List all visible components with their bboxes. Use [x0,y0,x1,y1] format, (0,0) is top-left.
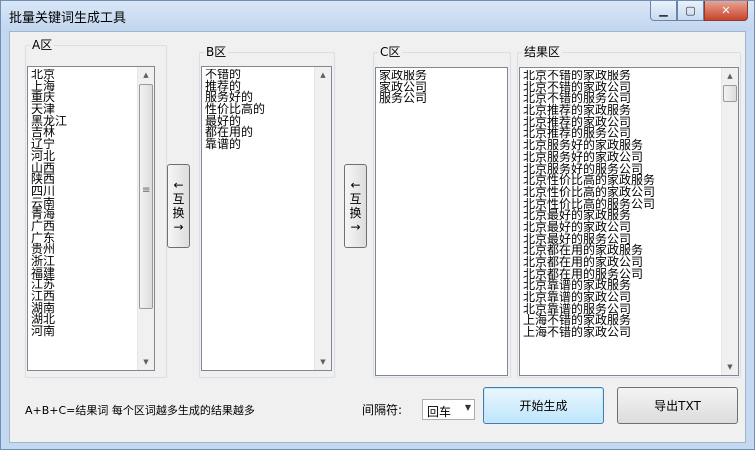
list-result-items: 北京不错的家政服务 北京不错的家政公司 北京不错的服务公司 北京推荐的家政服务 北京推荐… [523,70,720,339]
list-a-items: 北京 上海 重庆 天津 黑龙江 吉林 辽宁 河北 山西 陕西 四川 云南 青海 广西 广东 贵州 浙江 福建 江苏江… [31,69,136,338]
maximize-button[interactable]: ▢ [677,1,704,21]
list-b[interactable]: 不错的 推荐的 服务好的 性价比高的 最好的 都在用的 靠谱的 ▲ ▼ [201,66,332,371]
group-result-label: 结果区 [522,45,563,59]
arrow-left-icon: ← [350,178,361,192]
swap-ab-button[interactable]: ← 互 换 → [167,164,190,248]
scroll-thumb[interactable] [723,85,737,102]
list-a-scrollbar[interactable]: ▲ ≡ ▼ [137,67,154,370]
window-title: 批量关键词生成工具 [9,11,127,26]
minimize-button[interactable]: ▁ [650,1,677,21]
group-c-label: C区 [378,45,403,59]
app-window: 批量关键词生成工具 ▁ ▢ ✕ A区 北京 上海 重庆 天津 黑龙江 吉林 辽宁 河北 山西 陕西… [0,0,755,450]
separator-value: 回车 [427,405,452,419]
separator-select[interactable]: 回车 ▼ [422,399,475,420]
arrow-left-icon: ← [173,178,184,192]
swap-label-2: 换 [172,206,185,220]
scroll-down-icon[interactable]: ▼ [138,354,154,370]
list-item[interactable]: 上海不错的家政公司 [523,326,720,339]
dropdown-icon: ▼ [464,403,471,412]
list-b-scrollbar[interactable]: ▲ ▼ [314,67,331,370]
formula-note: A+B+C=结果词 每个区词越多生成的结果越多 [25,404,255,417]
scroll-down-icon[interactable]: ▼ [315,354,331,370]
scroll-up-icon[interactable]: ▲ [722,68,738,84]
window-controls: ▁ ▢ ✕ [650,1,748,21]
list-c-items: 家政服务 家政公司 服务公司 [379,70,489,105]
arrow-right-icon: → [173,220,184,234]
client-area: A区 北京 上海 重庆 天津 黑龙江 吉林 辽宁 河北 山西 陕西 四川 云南 青海 广西 广东 贵州 浙江 福建… [9,31,746,443]
scroll-up-icon[interactable]: ▲ [138,67,154,83]
arrow-right-icon: → [350,220,361,234]
list-result-scrollbar[interactable]: ▲ ▼ [721,68,738,375]
list-c[interactable]: 家政服务 家政公司 服务公司 [375,67,508,376]
scroll-thumb[interactable]: ≡ [139,84,153,309]
grip-icon: ≡ [142,185,151,196]
export-txt-button[interactable]: 导出TXT [617,387,738,424]
scroll-up-icon[interactable]: ▲ [315,67,331,83]
group-b-label: B区 [204,45,229,59]
swap-label-1: 互 [349,192,362,206]
list-a[interactable]: 北京 上海 重庆 天津 黑龙江 吉林 辽宁 河北 山西 陕西 四川 云南 青海 广西 广东 贵州 浙江 福建 江苏江… [27,66,155,371]
separator-label: 间隔符: [362,403,403,417]
list-item[interactable]: 靠谱的 [205,138,313,151]
list-item[interactable]: 河南 [31,325,136,338]
swap-label-1: 互 [172,192,185,206]
generate-button[interactable]: 开始生成 [483,387,604,424]
list-b-items: 不错的 推荐的 服务好的 性价比高的 最好的 都在用的 靠谱的 [205,69,313,151]
list-item[interactable]: 服务公司 [379,93,489,105]
scroll-down-icon[interactable]: ▼ [722,359,738,375]
swap-label-2: 换 [349,206,362,220]
close-button[interactable]: ✕ [704,1,748,21]
list-result[interactable]: 北京不错的家政服务 北京不错的家政公司 北京不错的服务公司 北京推荐的家政服务 北京推荐… [519,67,739,376]
group-a-label: A区 [30,38,55,52]
swap-bc-button[interactable]: ← 互 换 → [344,164,367,248]
title-bar: 批量关键词生成工具 ▁ ▢ ✕ [1,1,754,31]
